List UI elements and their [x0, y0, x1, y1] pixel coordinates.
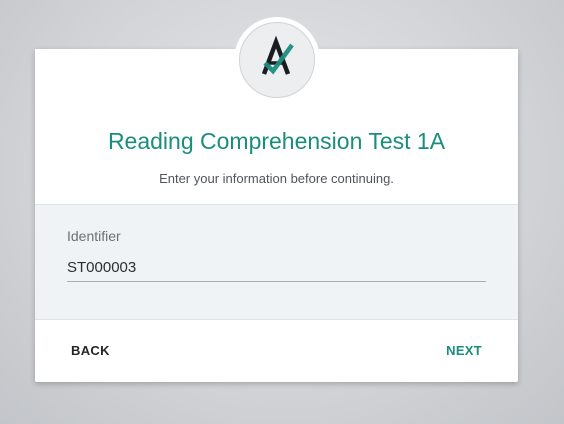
form-section: Identifier	[35, 204, 518, 320]
brand-logo-icon	[239, 22, 315, 98]
identifier-label: Identifier	[67, 228, 121, 244]
brand-logo-a-check-icon	[261, 35, 294, 75]
instructions-text: Enter your information before continuing…	[159, 171, 394, 186]
identifier-input[interactable]	[67, 254, 486, 282]
back-button[interactable]: BACK	[67, 336, 114, 366]
test-title: Reading Comprehension Test 1A	[107, 128, 446, 154]
next-button[interactable]: NEXT	[442, 336, 486, 366]
